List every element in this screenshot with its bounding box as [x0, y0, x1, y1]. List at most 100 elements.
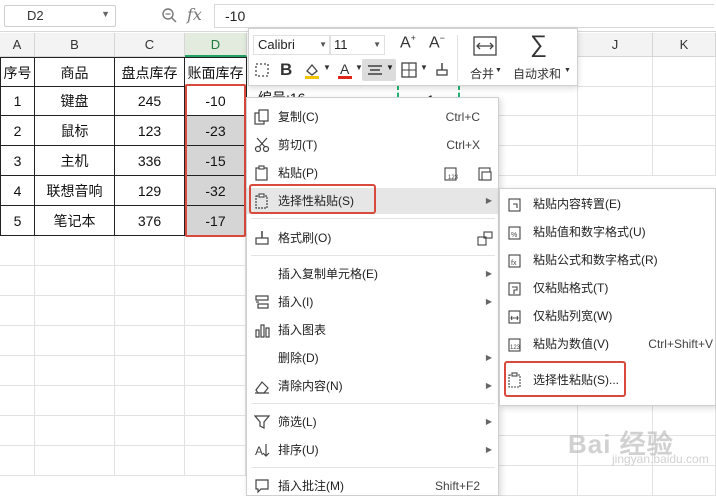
- paste-format-icon[interactable]: [477, 165, 493, 181]
- menu-item-filter[interactable]: 筛选(L) ▶: [247, 409, 498, 435]
- chevron-down-icon[interactable]: ▼: [319, 40, 327, 49]
- column-header-b[interactable]: B: [35, 33, 115, 57]
- column-header-c[interactable]: C: [115, 33, 185, 57]
- submenu-item-paste-special-dialog[interactable]: 选择性粘贴(S)...: [500, 366, 715, 394]
- column-header-a[interactable]: A: [0, 33, 35, 57]
- table-cell[interactable]: 123: [115, 116, 185, 146]
- empty-cell[interactable]: [0, 446, 35, 476]
- chevron-down-icon[interactable]: ▼: [323, 63, 331, 72]
- format-painter-icon[interactable]: [434, 61, 450, 79]
- chevron-down-icon[interactable]: ▼: [101, 9, 110, 19]
- empty-cell[interactable]: [115, 266, 185, 296]
- empty-cell[interactable]: [498, 466, 578, 496]
- empty-cell[interactable]: [0, 326, 35, 356]
- empty-cell[interactable]: [185, 296, 246, 326]
- paste-values-icon[interactable]: 123: [443, 165, 459, 181]
- empty-cell[interactable]: [653, 146, 716, 176]
- table-cell[interactable]: 2: [0, 116, 35, 146]
- bold-icon[interactable]: B: [280, 60, 292, 80]
- menu-item-insert-copied-cells[interactable]: 插入复制单元格(E) ▶: [247, 261, 498, 287]
- empty-cell[interactable]: [115, 236, 185, 266]
- format-painter-small-icon[interactable]: [477, 230, 493, 246]
- empty-cell[interactable]: [498, 146, 578, 176]
- chevron-down-icon[interactable]: ▼: [495, 67, 502, 74]
- chevron-down-icon[interactable]: ▼: [420, 63, 428, 72]
- empty-cell[interactable]: [185, 266, 246, 296]
- menu-item-insert[interactable]: 插入(I) ▶: [247, 289, 498, 315]
- submenu-item-paste-values[interactable]: 123 粘贴为数值(V) Ctrl+Shift+V: [500, 330, 715, 358]
- empty-cell[interactable]: [578, 116, 653, 146]
- empty-cell[interactable]: [35, 236, 115, 266]
- empty-cell[interactable]: [35, 296, 115, 326]
- table-header-cell[interactable]: 序号: [0, 57, 35, 87]
- empty-cell[interactable]: [653, 86, 716, 116]
- align-button[interactable]: ▼: [362, 59, 396, 81]
- empty-cell[interactable]: [578, 86, 653, 116]
- font-color-icon[interactable]: A: [336, 61, 354, 79]
- submenu-item-column-widths[interactable]: 仅粘贴列宽(W): [500, 302, 715, 330]
- name-box[interactable]: D2 ▼: [4, 5, 116, 27]
- table-cell[interactable]: 笔记本: [35, 206, 115, 236]
- empty-cell[interactable]: [185, 446, 246, 476]
- column-header-d[interactable]: D: [185, 33, 247, 57]
- table-header-cell[interactable]: 账面库存: [185, 57, 247, 87]
- empty-cell[interactable]: [185, 236, 246, 266]
- empty-cell[interactable]: [0, 416, 35, 446]
- menu-item-sort[interactable]: A 排序(U) ▶: [247, 437, 498, 463]
- table-cell[interactable]: 129: [115, 176, 185, 206]
- table-cell[interactable]: 主机: [35, 146, 115, 176]
- empty-cell[interactable]: [653, 116, 716, 146]
- menu-item-paste[interactable]: 粘贴(P) 123: [247, 160, 498, 186]
- chevron-down-icon[interactable]: ▼: [373, 40, 381, 49]
- empty-cell[interactable]: [115, 416, 185, 446]
- table-cell[interactable]: 245: [115, 86, 185, 116]
- border-icon[interactable]: [401, 62, 417, 78]
- font-size-select[interactable]: 11 ▼: [329, 35, 385, 55]
- sum-icon[interactable]: ∑: [530, 31, 547, 59]
- empty-cell[interactable]: [115, 326, 185, 356]
- empty-cell[interactable]: [35, 326, 115, 356]
- zoom-icon[interactable]: [161, 7, 177, 23]
- empty-cell[interactable]: [115, 296, 185, 326]
- submenu-item-formulas-number-format[interactable]: fx 粘贴公式和数字格式(R): [500, 246, 715, 274]
- font-name-select[interactable]: Calibri ▼: [253, 35, 331, 55]
- empty-cell[interactable]: [35, 266, 115, 296]
- menu-item-format-painter[interactable]: 格式刷(O): [247, 225, 498, 251]
- table-header-cell[interactable]: 商品: [35, 57, 115, 87]
- empty-cell[interactable]: [185, 416, 246, 446]
- menu-item-clear-content[interactable]: 清除内容(N) ▶: [247, 373, 498, 399]
- table-cell[interactable]: 5: [0, 206, 35, 236]
- autosum-label[interactable]: 自动求和: [513, 65, 561, 82]
- table-cell[interactable]: 联想音响: [35, 176, 115, 206]
- table-cell[interactable]: -23: [185, 116, 247, 146]
- menu-item-cut[interactable]: 剪切(T) Ctrl+X: [247, 132, 498, 158]
- empty-cell[interactable]: [35, 416, 115, 446]
- menu-item-insert-chart[interactable]: 插入图表: [247, 317, 498, 343]
- chevron-down-icon[interactable]: ▼: [386, 63, 394, 72]
- empty-cell[interactable]: [35, 446, 115, 476]
- menu-item-paste-special[interactable]: 选择性粘贴(S) ▶: [247, 188, 498, 214]
- menu-item-delete[interactable]: 删除(D) ▶: [247, 345, 498, 371]
- menu-item-copy[interactable]: 复制(C) Ctrl+C: [247, 104, 498, 130]
- column-header-j[interactable]: J: [578, 33, 653, 57]
- submenu-item-values-number-format[interactable]: % 粘贴值和数字格式(U): [500, 218, 715, 246]
- empty-cell[interactable]: [578, 466, 653, 496]
- decrease-font-icon[interactable]: A−: [429, 33, 445, 52]
- menu-item-insert-comment[interactable]: 插入批注(M) Shift+F2: [247, 473, 498, 496]
- table-cell[interactable]: 3: [0, 146, 35, 176]
- submenu-item-formats-only[interactable]: 仅粘贴格式(T): [500, 274, 715, 302]
- table-cell[interactable]: 键盘: [35, 86, 115, 116]
- merge-label[interactable]: 合并: [470, 65, 494, 82]
- submenu-item-transpose[interactable]: 粘贴内容转置(E): [500, 190, 715, 218]
- empty-cell[interactable]: [498, 116, 578, 146]
- empty-cell[interactable]: [0, 386, 35, 416]
- empty-cell[interactable]: [0, 296, 35, 326]
- table-cell[interactable]: -10: [185, 86, 247, 116]
- brush-icon[interactable]: [254, 62, 270, 78]
- empty-cell[interactable]: [185, 326, 246, 356]
- fill-color-icon[interactable]: [303, 61, 321, 79]
- chevron-down-icon[interactable]: ▼: [564, 67, 571, 74]
- table-cell[interactable]: 4: [0, 176, 35, 206]
- empty-cell[interactable]: [498, 86, 578, 116]
- empty-cell[interactable]: [115, 356, 185, 386]
